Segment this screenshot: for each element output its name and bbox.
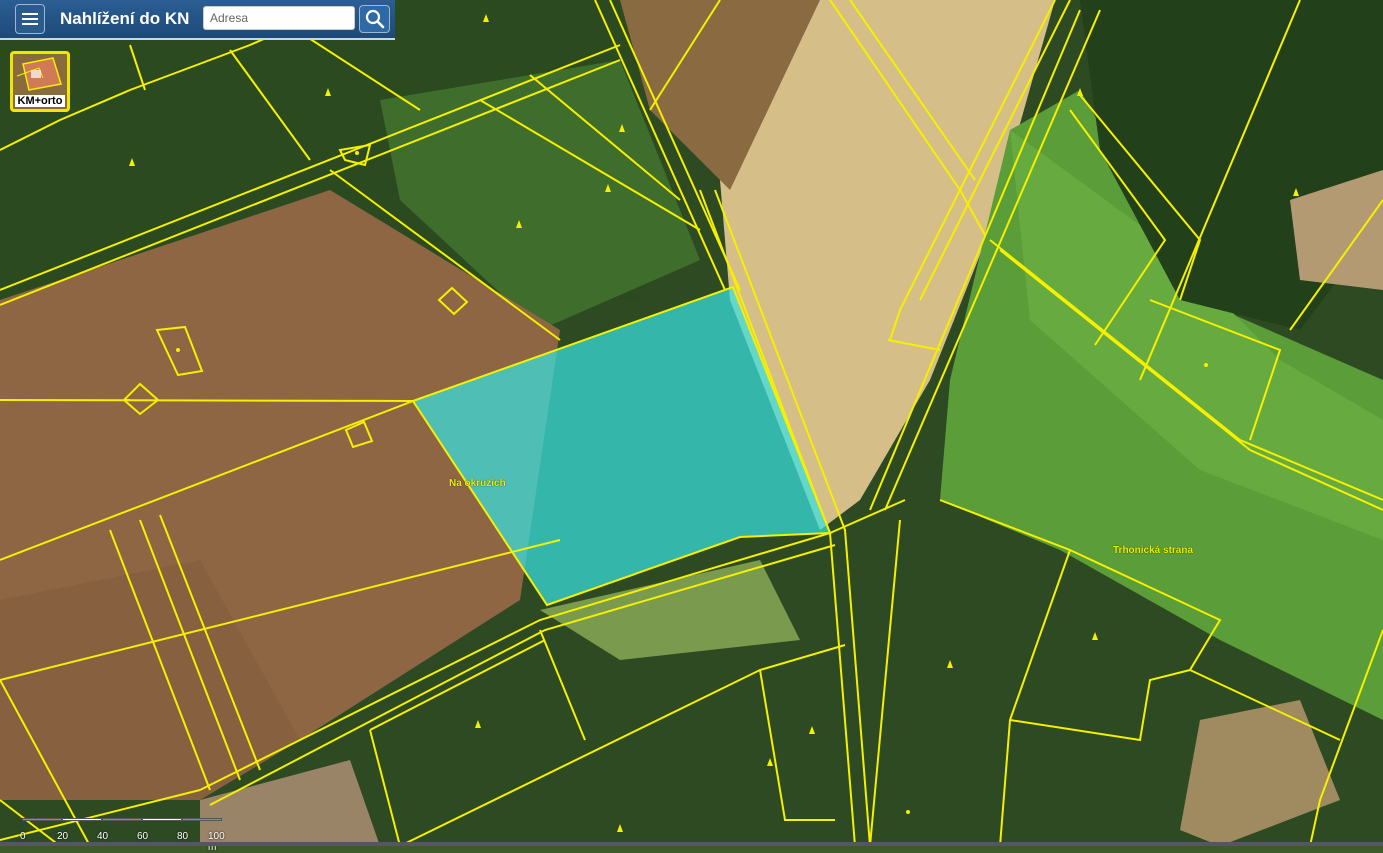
layer-thumbnail-icon bbox=[13, 54, 67, 96]
hamburger-icon bbox=[22, 13, 38, 15]
place-label-trhonicka-strana: Trhonická strana bbox=[1113, 545, 1194, 556]
cadastral-map[interactable] bbox=[0, 0, 1383, 846]
app-title: Nahlížení do KN bbox=[60, 9, 190, 28]
menu-button[interactable] bbox=[15, 4, 45, 34]
layer-switch-button[interactable]: KM+orto bbox=[10, 51, 70, 112]
top-bar: Nahlížení do KN bbox=[0, 0, 395, 40]
scale-tick: 80 bbox=[177, 831, 189, 842]
scale-bar: 0 20 40 60 80 100 m bbox=[20, 818, 225, 853]
scale-tick: 0 bbox=[20, 831, 26, 842]
place-label-na-okruzich: Na okruzích bbox=[449, 478, 506, 489]
address-search-input[interactable] bbox=[203, 6, 355, 30]
layer-switch-label: KM+orto bbox=[15, 95, 65, 107]
scale-tick: 20 bbox=[57, 831, 69, 842]
bottom-toolbar bbox=[0, 842, 1383, 846]
scale-tick: 40 bbox=[97, 831, 109, 842]
magnifier-icon bbox=[365, 9, 385, 29]
search-button[interactable] bbox=[359, 5, 390, 33]
scale-tick: 60 bbox=[137, 831, 149, 842]
